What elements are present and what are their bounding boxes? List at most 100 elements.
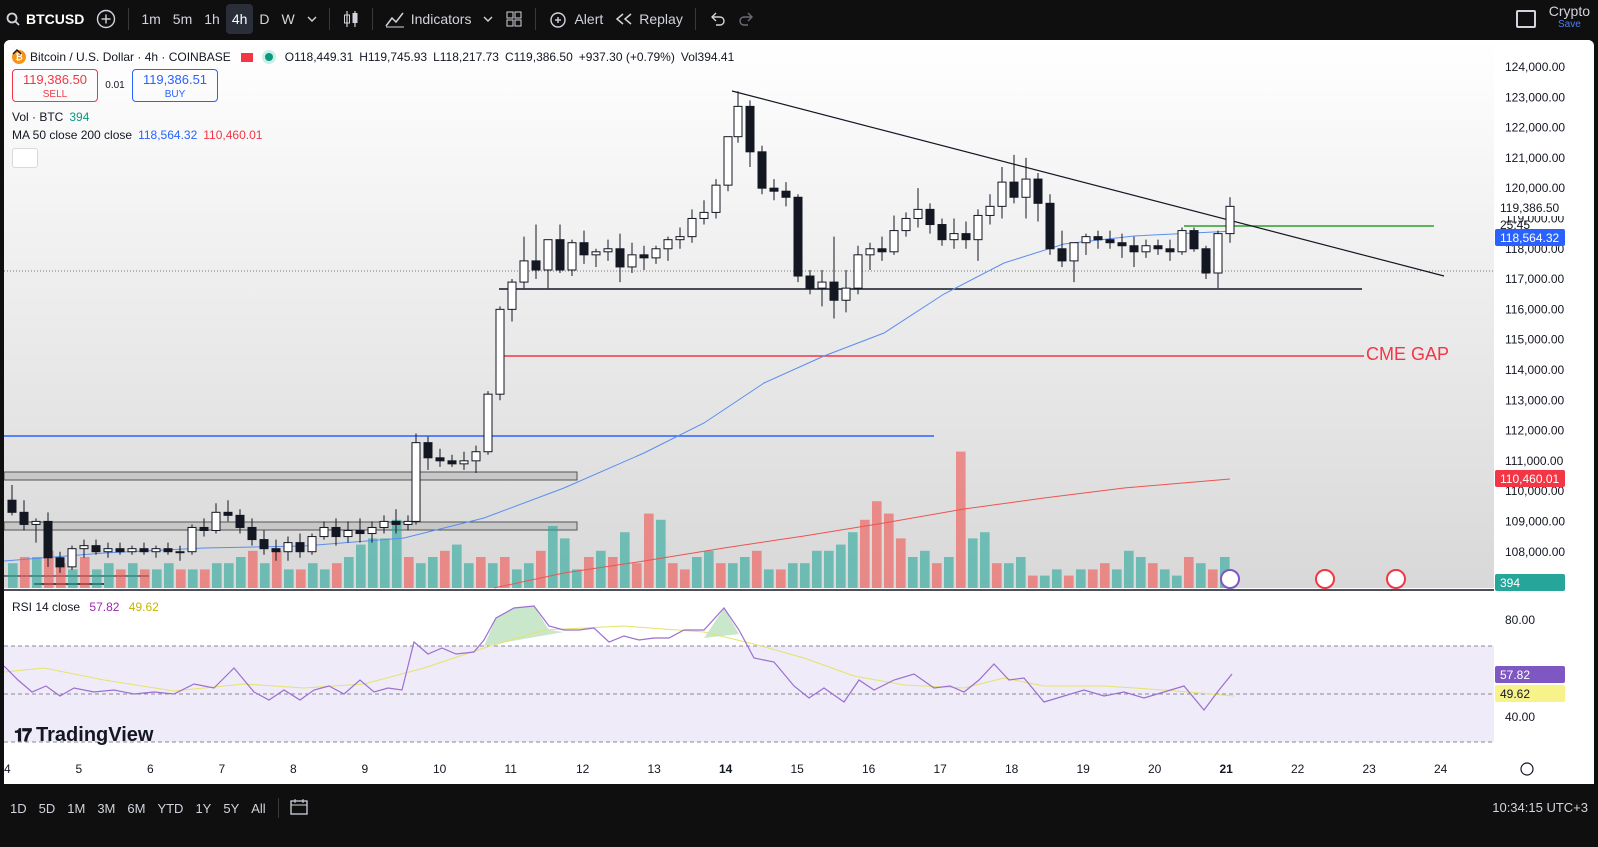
- time-axis-tick: 11: [505, 762, 518, 776]
- event-marker-icon: [1386, 569, 1406, 589]
- candle-body: [103, 548, 113, 553]
- volume-bar: [536, 550, 546, 588]
- timeframe-1h[interactable]: 1h: [198, 4, 226, 34]
- candle-body: [199, 526, 209, 531]
- volume-bar: [92, 569, 102, 588]
- volume-bar: [1016, 557, 1026, 588]
- volume-bar: [1076, 569, 1086, 588]
- volume-bar: [20, 557, 30, 588]
- time-axis-tick: 4: [4, 762, 11, 776]
- layout-toggle-icon[interactable]: [1516, 10, 1536, 28]
- candle-body: [1129, 245, 1139, 253]
- volume-bar: [740, 557, 750, 588]
- time-axis-tick: 19: [1077, 762, 1091, 776]
- indicators-button[interactable]: Indicators: [379, 4, 478, 34]
- timeframe-1m[interactable]: 1m: [135, 4, 166, 34]
- chart-type-button[interactable]: [336, 4, 366, 34]
- undo-icon: [710, 12, 725, 26]
- go-to-date-button[interactable]: [289, 798, 309, 819]
- timeframe-5m[interactable]: 5m: [167, 4, 198, 34]
- candle-body: [307, 536, 317, 553]
- flag-icon[interactable]: [240, 52, 253, 62]
- volume-value: 394: [69, 110, 90, 124]
- volume-legend[interactable]: Vol · BTC 394: [12, 110, 740, 124]
- volume-bar: [8, 563, 18, 588]
- grid-icon: [506, 11, 522, 27]
- price-axis-tick: 113,000.00: [1505, 393, 1564, 407]
- candle-body: [877, 248, 887, 253]
- symbol-name: BTCUSD: [26, 11, 85, 27]
- candle-body: [1153, 245, 1163, 250]
- buy-button[interactable]: 119,386.51 BUY: [132, 69, 218, 102]
- volume-bar: [428, 557, 438, 588]
- volume-bar: [500, 557, 510, 588]
- layout-name-button[interactable]: Crypto Save: [1549, 4, 1590, 32]
- replay-button[interactable]: Replay: [609, 4, 689, 34]
- time-axis-tick: 21: [1220, 762, 1234, 776]
- candle-body: [997, 181, 1007, 207]
- timeframe-dropdown[interactable]: [301, 4, 323, 34]
- candle-body: [91, 545, 101, 553]
- price-axis-tick: 112,000.00: [1505, 424, 1564, 438]
- clock[interactable]: 10:34:15 UTC+3: [1492, 800, 1588, 815]
- sell-button[interactable]: 119,386.50 SELL: [12, 69, 98, 102]
- candle-body: [1045, 202, 1055, 250]
- layouts-button[interactable]: [499, 4, 529, 34]
- undo-button[interactable]: [702, 4, 732, 34]
- range-3m[interactable]: 3M: [97, 801, 115, 816]
- ma-legend[interactable]: MA 50 close 200 close 118,564.32 110,460…: [12, 128, 740, 142]
- collapse-legend-button[interactable]: [12, 49, 38, 168]
- volume-bar: [140, 569, 150, 588]
- volume-bar: [860, 519, 870, 588]
- spread-value: 0.01: [105, 80, 125, 91]
- sell-label: SELL: [42, 89, 68, 100]
- volume-bar: [272, 550, 282, 588]
- timeframe-w[interactable]: W: [276, 4, 301, 34]
- range-1m[interactable]: 1M: [67, 801, 85, 816]
- range-ytd[interactable]: YTD: [157, 801, 183, 816]
- candle-body: [519, 260, 529, 283]
- timeframe-d[interactable]: D: [253, 4, 275, 34]
- candle-body: [913, 208, 923, 219]
- price-axis-tick: 122,000.00: [1505, 121, 1565, 135]
- candle-body: [115, 548, 125, 553]
- symbol-search[interactable]: BTCUSD: [0, 4, 90, 34]
- logo-text: TradingView: [36, 724, 154, 746]
- volume-bar: [1100, 563, 1110, 588]
- candle-body: [985, 205, 995, 216]
- indicator-templates-button[interactable]: [477, 4, 499, 34]
- volume-bar: [752, 550, 762, 588]
- candle-body: [711, 184, 721, 213]
- range-6m[interactable]: 6M: [127, 801, 145, 816]
- range-1y[interactable]: 1Y: [195, 801, 211, 816]
- add-circle-icon: [97, 9, 116, 29]
- volume-bar: [32, 557, 42, 588]
- candle-body: [319, 526, 329, 538]
- volume-bar: [956, 451, 966, 588]
- candle-body: [793, 196, 803, 277]
- candle-body: [423, 442, 433, 459]
- compare-button[interactable]: [90, 4, 122, 34]
- time-axis-tick: 17: [934, 762, 948, 776]
- candle-body: [271, 548, 281, 553]
- rsi-legend[interactable]: RSI 14 close 57.82 49.62: [12, 600, 165, 614]
- chart-pane[interactable]: CME GAP 124,000.00 123,000.00 122,000.00 121…: [4, 40, 1594, 784]
- redo-button[interactable]: [732, 4, 762, 34]
- range-5d[interactable]: 5D: [39, 801, 56, 816]
- price-axis-tick: 116,000.00: [1505, 302, 1564, 316]
- candle-body: [1081, 236, 1091, 244]
- candle-body: [805, 275, 815, 289]
- tradingview-logo[interactable]: 𝟏𝟕 TradingView: [14, 724, 153, 747]
- volume-bar: [320, 569, 330, 588]
- alert-button[interactable]: Alert: [542, 4, 609, 34]
- range-box-upper: [4, 471, 578, 481]
- volume-bar: [1208, 569, 1218, 588]
- timeframe-4h[interactable]: 4h: [225, 4, 254, 34]
- ohlc-volume: Vol394.41: [680, 50, 735, 64]
- range-5y[interactable]: 5Y: [223, 801, 239, 816]
- candle-body: [651, 248, 661, 259]
- range-1d[interactable]: 1D: [10, 801, 27, 816]
- volume-bar: [824, 550, 834, 588]
- range-all[interactable]: All: [251, 801, 265, 816]
- candle-body: [937, 224, 947, 241]
